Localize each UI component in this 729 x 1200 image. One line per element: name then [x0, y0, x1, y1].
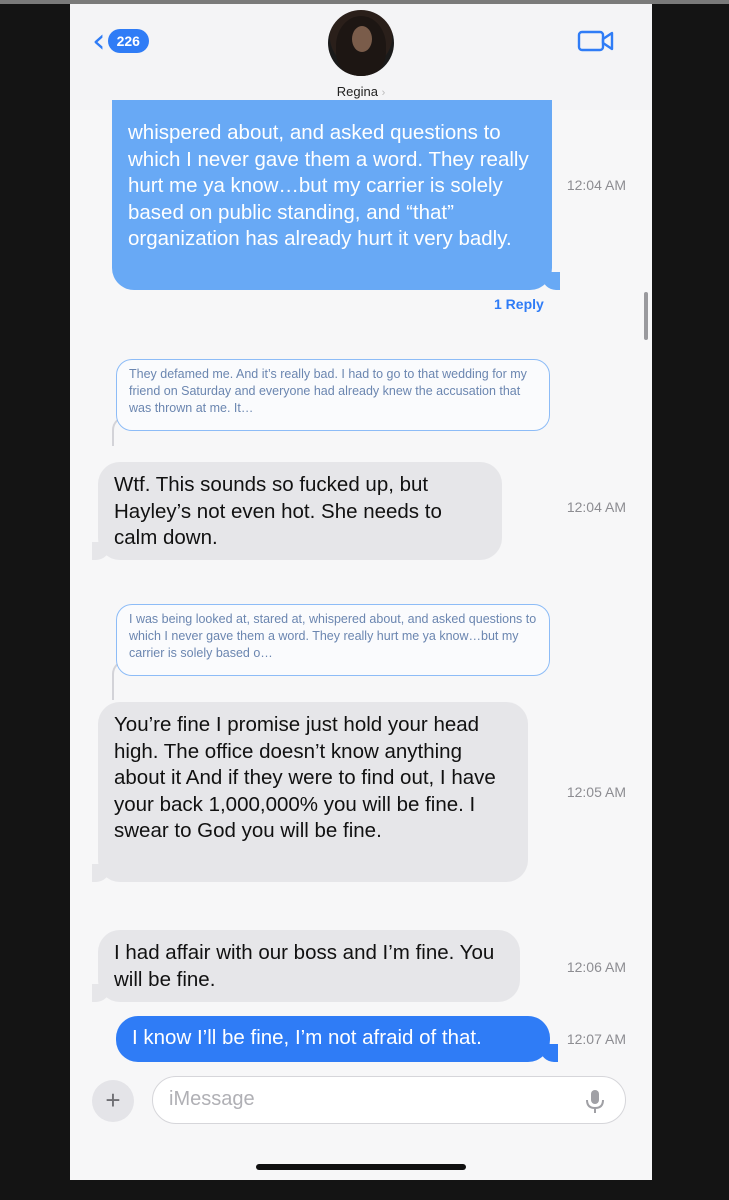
message-text: whispered about, and asked questions to …: [128, 121, 529, 250]
bubble-tail: [92, 542, 110, 560]
message-text: I had affair with our boss and I’m fine.…: [114, 941, 495, 991]
avatar[interactable]: [328, 10, 394, 76]
message-time: 12:07 AM: [566, 1031, 626, 1047]
back-button[interactable]: ‹ 226: [92, 21, 149, 61]
scroll-indicator[interactable]: [644, 292, 648, 340]
contact-name: Regina: [336, 84, 378, 99]
message-time: 12:04 AM: [566, 177, 626, 193]
message-time: 12:04 AM: [566, 499, 626, 515]
message-bubble-received[interactable]: I had affair with our boss and I’m fine.…: [98, 930, 520, 1002]
quoted-text: I was being looked at, stared at, whispe…: [129, 612, 537, 660]
conversation-header: ‹ 226 Regina ›: [70, 4, 652, 110]
message-text: Wtf. This sounds so fucked up, but Hayle…: [114, 473, 442, 549]
imessage-screen: ‹ 226 Regina › whispered about, and aske…: [70, 4, 652, 1180]
message-text: I know I’ll be fine, I’m not afraid of t…: [132, 1026, 482, 1049]
quoted-text: They defamed me. And it’s really bad. I …: [129, 367, 527, 415]
contact-name-button[interactable]: Regina ›: [70, 84, 652, 99]
bubble-tail: [92, 984, 110, 1002]
message-time: 12:06 AM: [566, 959, 626, 975]
chevron-left-icon: ‹: [92, 21, 106, 61]
bubble-tail: [542, 272, 560, 290]
video-camera-icon[interactable]: [577, 28, 615, 54]
message-bubble-received[interactable]: Wtf. This sounds so fucked up, but Hayle…: [98, 462, 502, 560]
quoted-message[interactable]: I was being looked at, stared at, whispe…: [116, 604, 550, 676]
bubble-tail: [92, 864, 110, 882]
message-time: 12:05 AM: [566, 784, 626, 800]
home-indicator[interactable]: [256, 1164, 466, 1170]
message-text: You’re fine I promise just hold your hea…: [114, 713, 496, 842]
message-bubble-sent[interactable]: whispered about, and asked questions to …: [112, 100, 552, 290]
microphone-icon[interactable]: [584, 1088, 606, 1114]
message-bubble-received[interactable]: You’re fine I promise just hold your hea…: [98, 702, 528, 882]
add-attachment-button[interactable]: +: [92, 1080, 134, 1122]
unread-count-badge: 226: [107, 29, 149, 53]
reply-count-link[interactable]: 1 Reply: [494, 296, 544, 312]
imessage-input[interactable]: iMessage: [152, 1076, 626, 1124]
quoted-message[interactable]: They defamed me. And it’s really bad. I …: [116, 359, 550, 431]
chevron-right-icon: ›: [381, 87, 386, 99]
message-bubble-sent[interactable]: I know I’ll be fine, I’m not afraid of t…: [116, 1016, 550, 1062]
